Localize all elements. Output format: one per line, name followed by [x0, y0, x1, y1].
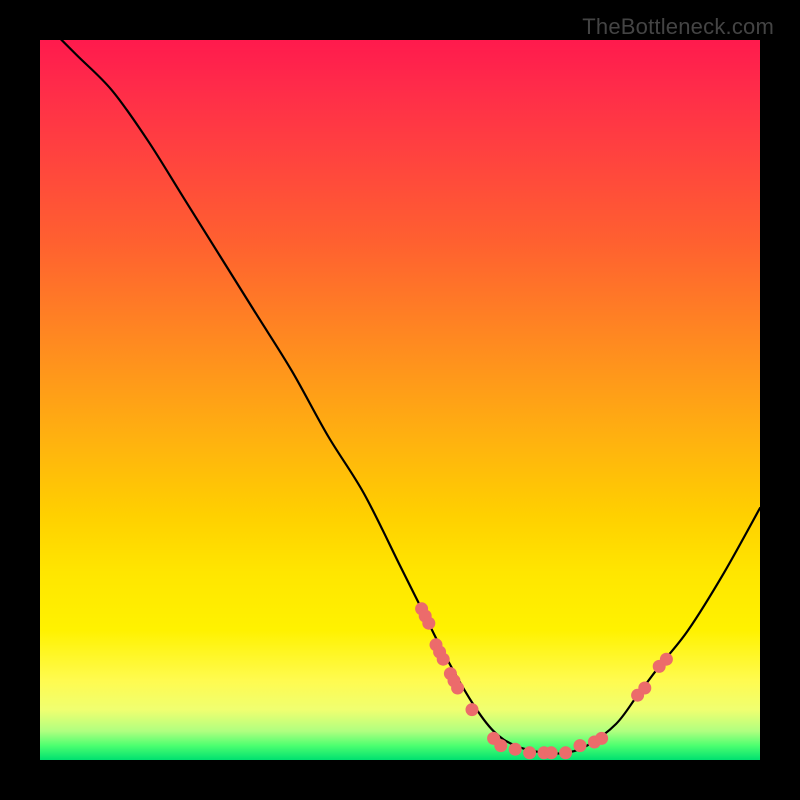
- chart-plot-area: [40, 40, 760, 760]
- curve-marker-dot: [638, 682, 651, 695]
- curve-marker-dot: [494, 739, 507, 752]
- curve-marker-dot: [437, 653, 450, 666]
- bottleneck-curve-line: [40, 40, 760, 754]
- curve-marker-dot: [559, 746, 572, 759]
- curve-marker-dot: [574, 739, 587, 752]
- curve-marker-dot: [545, 746, 558, 759]
- curve-marker-dot: [595, 732, 608, 745]
- curve-markers: [415, 602, 673, 759]
- watermark-text: TheBottleneck.com: [582, 14, 774, 40]
- curve-marker-dot: [509, 743, 522, 756]
- curve-marker-dot: [523, 746, 536, 759]
- curve-marker-dot: [422, 617, 435, 630]
- chart-svg: [40, 40, 760, 760]
- curve-marker-dot: [451, 682, 464, 695]
- curve-marker-dot: [660, 653, 673, 666]
- curve-marker-dot: [466, 703, 479, 716]
